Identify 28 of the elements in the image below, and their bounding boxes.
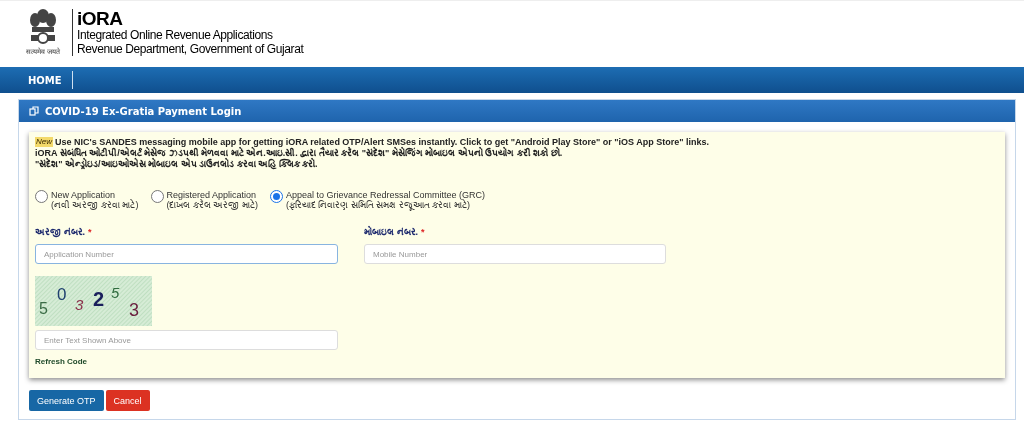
refresh-link[interactable]: Refresh Code bbox=[35, 357, 87, 366]
site-subtitle: Integrated Online Revenue Applications bbox=[77, 27, 274, 42]
submit-button[interactable]: Generate OTP bbox=[29, 390, 104, 411]
option-sublabel: (ફરિયાદ નિવારણ સમિતિ સમક્ષ રજૂઆત કરવા માટે) bbox=[286, 200, 470, 211]
radio-button[interactable] bbox=[150, 190, 164, 203]
new-badge: New bbox=[35, 137, 53, 147]
option-label: Registered Application bbox=[166, 190, 257, 200]
sandes-link[interactable]: Use NIC's SANDES messaging mobile app for getting iORA related OTP/Alert SMSes instantly. Click to get "Android Play Store" or "iOS App Store" links. bbox=[55, 137, 709, 148]
cancel-button[interactable]: Cancel bbox=[105, 390, 150, 411]
input-field[interactable]: Application Number bbox=[35, 244, 338, 264]
input-field[interactable]: Mobile Number bbox=[364, 244, 666, 264]
department-name: Revenue Department, Government of Gujarat bbox=[77, 41, 304, 56]
option-sublabel: (દાખલ કરેલ અરજી માટે) bbox=[166, 200, 258, 211]
copy-icon bbox=[29, 106, 39, 116]
panel-title: COVID-19 Ex-Gratia Payment Login bbox=[45, 105, 242, 117]
field-label: અરજી નંબર. * bbox=[35, 227, 93, 238]
captcha-image: 5 0 3 2 5 3 bbox=[35, 276, 152, 326]
radio-button[interactable] bbox=[35, 190, 48, 203]
site-title: iORA bbox=[77, 8, 124, 28]
field-label: મોબાઇલ નંબર. * bbox=[364, 227, 426, 238]
nav-link[interactable]: HOME bbox=[20, 71, 73, 89]
option-sublabel: (નવી અરજી કરવા માટે) bbox=[51, 200, 139, 211]
option-label: Appeal to Grievance Redressal Committee (GRC) bbox=[286, 190, 486, 200]
option-label: New Application bbox=[51, 190, 117, 200]
captcha-field[interactable]: Enter Text Shown Above bbox=[35, 330, 338, 350]
notice-text[interactable]: "સંદેશ" એન્ડ્રોઇડ/આઇઓએસ મોબાઇલ એપ ડાઉનલોડ કરવા અહિ ક્લિક કરો. bbox=[35, 159, 318, 170]
notice-text: iORA સંબંધિત ઓટીપી/એલર્ટ મેસેજ ઝડપથી મેળવવા માટે એન.આઇ.સી. દ્વારા તૈયાર કરેલ "સંદેશ" મેસેજિંગ મોબાઇલ એપનો ઉપયોગ કરી શકો છો. bbox=[35, 148, 563, 158]
radio-button[interactable] bbox=[270, 190, 283, 203]
